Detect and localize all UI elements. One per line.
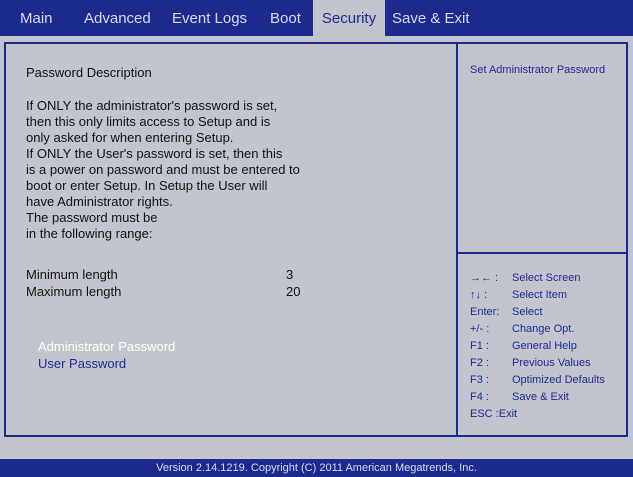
key-description: General Help [512, 340, 577, 352]
key-name: F2 : [470, 357, 489, 369]
user-password-item[interactable]: User Password [38, 356, 126, 371]
version-footer: Version 2.14.1219. Copyright (C) 2011 Am… [0, 459, 633, 477]
password-description-title: Password Description [26, 65, 152, 80]
tab-save-exit[interactable]: Save & Exit [392, 0, 470, 36]
key-legend-row: Enter: Select [470, 306, 630, 323]
description-line: The password must be [26, 210, 158, 225]
password-description: If ONLY the administrator's password is … [26, 98, 300, 242]
maximum-length-row: Maximum length 20 [26, 284, 326, 299]
key-name: F4 : [470, 391, 489, 403]
key-name: +/- : [470, 323, 490, 335]
description-line: If ONLY the administrator's password is … [26, 98, 278, 113]
description-line: boot or enter Setup. In Setup the User w… [26, 178, 268, 193]
key-description: Change Opt. [512, 323, 575, 335]
description-line: have Administrator rights. [26, 194, 173, 209]
tab-main[interactable]: Main [20, 0, 53, 36]
key-legend: →← : Select Screen ↑↓ : Select Item Ente… [470, 272, 630, 425]
minimum-length-label: Minimum length [26, 267, 118, 282]
key-legend-row: F2 : Previous Values [470, 357, 630, 374]
key-legend-row: ESC :Exit [470, 408, 630, 425]
key-legend-row: +/- : Change Opt. [470, 323, 630, 340]
tab-boot[interactable]: Boot [270, 0, 301, 36]
description-line: If ONLY the User's password is set, then… [26, 146, 283, 161]
description-line: only asked for when entering Setup. [26, 130, 234, 145]
minimum-length-row: Minimum length 3 [26, 267, 326, 282]
tab-security[interactable]: Security [313, 0, 385, 36]
key-description: Select Item [512, 289, 568, 301]
item-help-text: Set Administrator Password [470, 64, 606, 76]
key-name: F1 : [470, 340, 489, 352]
bottom-strip [0, 437, 633, 459]
key-description: Optimized Defaults [512, 374, 605, 386]
arrows-vertical-icon: ↑↓ : [470, 289, 488, 301]
arrows-horizontal-icon: →← : [470, 272, 499, 284]
administrator-password-item[interactable]: Administrator Password [38, 339, 175, 354]
description-line: then this only limits access to Setup an… [26, 114, 271, 129]
tab-advanced[interactable]: Advanced [84, 0, 151, 36]
key-name: F3 : [470, 374, 489, 386]
menu-bar: Main Advanced Event Logs Boot Security S… [0, 0, 633, 36]
key-legend-row: ↑↓ : Select Item [470, 289, 630, 306]
key-name: ESC :Exit [470, 408, 518, 420]
key-legend-row: F4 : Save & Exit [470, 391, 630, 408]
key-description: Previous Values [512, 357, 591, 369]
key-legend-row: →← : Select Screen [470, 272, 630, 289]
key-legend-row: F3 : Optimized Defaults [470, 374, 630, 391]
key-name: Enter: [470, 306, 500, 318]
key-description: Select Screen [512, 272, 581, 284]
description-line: is a power on password and must be enter… [26, 162, 300, 177]
tab-event-logs[interactable]: Event Logs [172, 0, 247, 36]
key-legend-row: F1 : General Help [470, 340, 630, 357]
key-description: Save & Exit [512, 391, 569, 403]
panel-divider-vertical [456, 42, 458, 437]
maximum-length-label: Maximum length [26, 284, 122, 299]
description-line: in the following range: [26, 226, 153, 241]
minimum-length-value: 3 [286, 267, 294, 282]
help-divider-horizontal [458, 252, 628, 254]
maximum-length-value: 20 [286, 284, 301, 299]
key-description: Select [512, 306, 543, 318]
